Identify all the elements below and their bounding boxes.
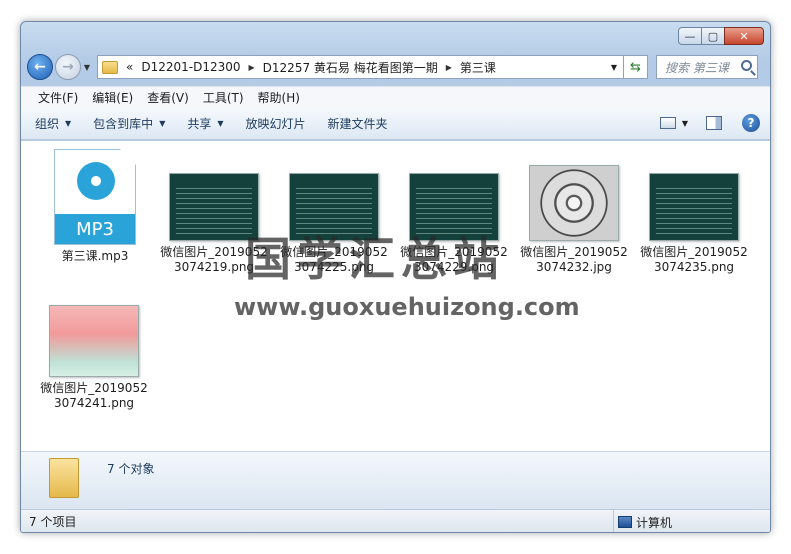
include-in-library-label: 包含到库中	[93, 117, 154, 131]
file-name: 第三课.mp3	[61, 249, 129, 263]
folder-icon	[49, 458, 79, 498]
computer-icon	[618, 516, 632, 528]
chevron-down-icon: ▼	[65, 119, 72, 128]
mouse-pointer-icon	[365, 410, 377, 429]
command-bar: 组织 ▼ 包含到库中 ▼ 共享 ▼ 放映幻灯片 新建文件夹 ▼ ?	[21, 108, 770, 140]
breadcrumb-item[interactable]: D12257 黄石易 梅花看图第一期	[263, 59, 438, 76]
item-count: 7 个项目	[29, 515, 77, 529]
file-item[interactable]: MP3 第三课.mp3	[40, 149, 150, 264]
refresh-icon: ⇆	[630, 59, 641, 75]
new-folder-label: 新建文件夹	[327, 117, 388, 131]
caption-buttons: — ▢ ✕	[678, 27, 764, 45]
toolbar-right: ▼ ?	[659, 114, 760, 132]
menu-file[interactable]: 文件(F)	[31, 89, 85, 106]
organize-label: 组织	[35, 117, 60, 131]
address-dropdown-icon[interactable]: ▼	[611, 63, 617, 72]
chevron-down-icon: ▼	[159, 119, 166, 128]
menu-help[interactable]: 帮助(H)	[251, 89, 307, 106]
image-thumbnail	[529, 165, 619, 241]
arrow-left-icon: ←	[34, 59, 46, 75]
watermark-url: www.guoxuehuizong.com	[234, 293, 580, 321]
menu-bar: 文件(F) 编辑(E) 查看(V) 工具(T) 帮助(H)	[21, 86, 770, 108]
location-label: 计算机	[636, 515, 673, 530]
breadcrumb-item[interactable]: D12201-D12300	[141, 60, 240, 74]
address-bar[interactable]: « D12201-D12300 ▶ D12257 黄石易 梅花看图第一期 ▶ 第…	[97, 55, 624, 79]
search-icon[interactable]	[741, 60, 752, 71]
organize-button[interactable]: 组织 ▼	[35, 115, 71, 132]
image-thumbnail	[649, 173, 739, 241]
view-options-dropdown[interactable]: ▼	[682, 119, 688, 128]
navigation-bar: ← → ▼ « D12201-D12300 ▶ D12257 黄石易 梅花看图第…	[27, 53, 764, 81]
file-item[interactable]: 微信图片_20190523074241.png	[39, 305, 149, 411]
slideshow-label: 放映幻灯片	[245, 117, 306, 131]
menu-edit[interactable]: 编辑(E)	[85, 89, 140, 106]
image-thumbnail	[49, 305, 139, 377]
file-item[interactable]: 微信图片_20190523074235.png	[639, 173, 749, 275]
maximize-button[interactable]: ▢	[701, 27, 725, 45]
status-bar: 7 个项目 计算机	[21, 509, 770, 532]
mp3-file-icon: MP3	[54, 149, 136, 245]
breadcrumb-overflow[interactable]: «	[126, 60, 133, 74]
media-disc-icon	[77, 162, 115, 200]
object-count: 7 个对象	[107, 462, 155, 476]
slideshow-button[interactable]: 放映幻灯片	[246, 115, 306, 132]
minimize-icon: —	[684, 29, 696, 43]
folder-icon	[102, 60, 118, 74]
change-view-icon[interactable]	[659, 117, 676, 129]
include-in-library-button[interactable]: 包含到库中 ▼	[93, 115, 165, 132]
details-pane: 7 个对象	[21, 451, 770, 509]
chevron-down-icon: ▼	[217, 119, 224, 128]
share-label: 共享	[187, 117, 212, 131]
back-button[interactable]: ←	[27, 54, 53, 80]
new-folder-button[interactable]: 新建文件夹	[328, 115, 388, 132]
help-icon[interactable]: ?	[742, 114, 760, 132]
menu-view[interactable]: 查看(V)	[140, 89, 196, 106]
share-button[interactable]: 共享 ▼	[187, 115, 223, 132]
breadcrumb-chevron-icon[interactable]: ▶	[446, 63, 452, 72]
preview-pane-icon[interactable]	[706, 116, 722, 130]
minimize-button[interactable]: —	[678, 27, 702, 45]
file-name: 微信图片_20190523074232.jpg	[520, 245, 628, 274]
status-location: 计算机	[613, 510, 770, 532]
recent-pages-dropdown[interactable]: ▼	[81, 63, 93, 72]
mp3-badge: MP3	[55, 214, 135, 244]
file-name: 微信图片_20190523074235.png	[640, 245, 748, 274]
breadcrumb-chevron-icon[interactable]: ▶	[249, 63, 255, 72]
search-placeholder: 搜索 第三课	[665, 60, 729, 75]
file-item[interactable]: 微信图片_20190523074232.jpg	[519, 165, 629, 275]
search-input[interactable]: 搜索 第三课	[656, 55, 758, 79]
refresh-button[interactable]: ⇆	[624, 55, 648, 79]
maximize-icon: ▢	[707, 29, 719, 43]
close-icon: ✕	[739, 29, 749, 43]
arrow-right-icon: →	[62, 59, 74, 75]
close-button[interactable]: ✕	[724, 27, 764, 45]
file-name: 微信图片_20190523074241.png	[40, 381, 148, 410]
menu-tools[interactable]: 工具(T)	[196, 89, 251, 106]
watermark-text: 国学汇总站	[245, 232, 505, 286]
forward-button[interactable]: →	[55, 54, 81, 80]
breadcrumb-item[interactable]: 第三课	[460, 59, 496, 76]
